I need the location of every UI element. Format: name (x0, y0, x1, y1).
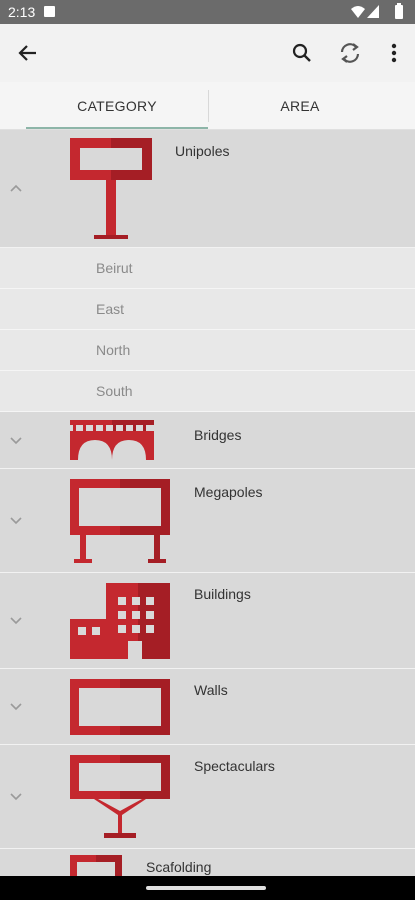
spectacular-icon (70, 755, 170, 838)
chevron-down-icon[interactable] (10, 703, 22, 711)
subitem-south[interactable]: South (0, 371, 415, 412)
category-label: Megapoles (194, 484, 263, 500)
chevron-down-icon[interactable] (10, 517, 22, 525)
tab-area[interactable]: AREA (210, 82, 390, 130)
tab-indicator (26, 127, 208, 129)
battery-icon (395, 3, 403, 19)
category-label: Scafolding (146, 859, 212, 875)
status-bar: 2:13 (0, 0, 415, 24)
system-nav-bar (0, 876, 415, 900)
category-row-bridges[interactable]: Bridges (0, 412, 415, 469)
category-label: Walls (194, 682, 228, 698)
category-row-unipoles[interactable]: Unipoles (0, 130, 415, 248)
wall-icon (70, 679, 170, 735)
subitem-label: North (96, 342, 131, 358)
category-label: Buildings (194, 586, 251, 602)
back-arrow-icon[interactable] (14, 39, 42, 67)
subitem-label: South (96, 383, 133, 399)
building-icon (70, 583, 170, 659)
subitem-label: Beirut (96, 260, 133, 276)
status-time: 2:13 (8, 4, 36, 20)
category-label: Bridges (194, 427, 242, 443)
category-label: Unipoles (175, 143, 230, 159)
tab-divider (208, 90, 209, 122)
notification-icon (44, 6, 55, 17)
megapole-icon (70, 479, 170, 563)
chevron-up-icon[interactable] (10, 184, 22, 192)
category-row-walls[interactable]: Walls (0, 669, 415, 745)
subitem-north[interactable]: North (0, 330, 415, 371)
chevron-down-icon[interactable] (10, 793, 22, 801)
app-bar (0, 24, 415, 82)
category-row-megapoles[interactable]: Megapoles (0, 469, 415, 573)
home-gesture-pill[interactable] (146, 886, 266, 890)
category-label: Spectaculars (194, 758, 275, 774)
subitem-beirut[interactable]: Beirut (0, 248, 415, 289)
category-row-spectaculars[interactable]: Spectaculars (0, 745, 415, 849)
refresh-icon[interactable] (336, 39, 364, 67)
chevron-down-icon[interactable] (10, 617, 22, 625)
subitem-east[interactable]: East (0, 289, 415, 330)
chevron-down-icon[interactable] (10, 437, 22, 445)
category-row-buildings[interactable]: Buildings (0, 573, 415, 669)
signal-icon (367, 5, 379, 18)
more-vert-icon[interactable] (380, 39, 408, 67)
tab-category[interactable]: CATEGORY (26, 82, 208, 130)
unipole-icon (70, 138, 152, 239)
search-icon[interactable] (288, 39, 316, 67)
bridge-icon (70, 420, 154, 460)
wifi-icon (351, 6, 365, 18)
subitem-label: East (96, 301, 125, 317)
